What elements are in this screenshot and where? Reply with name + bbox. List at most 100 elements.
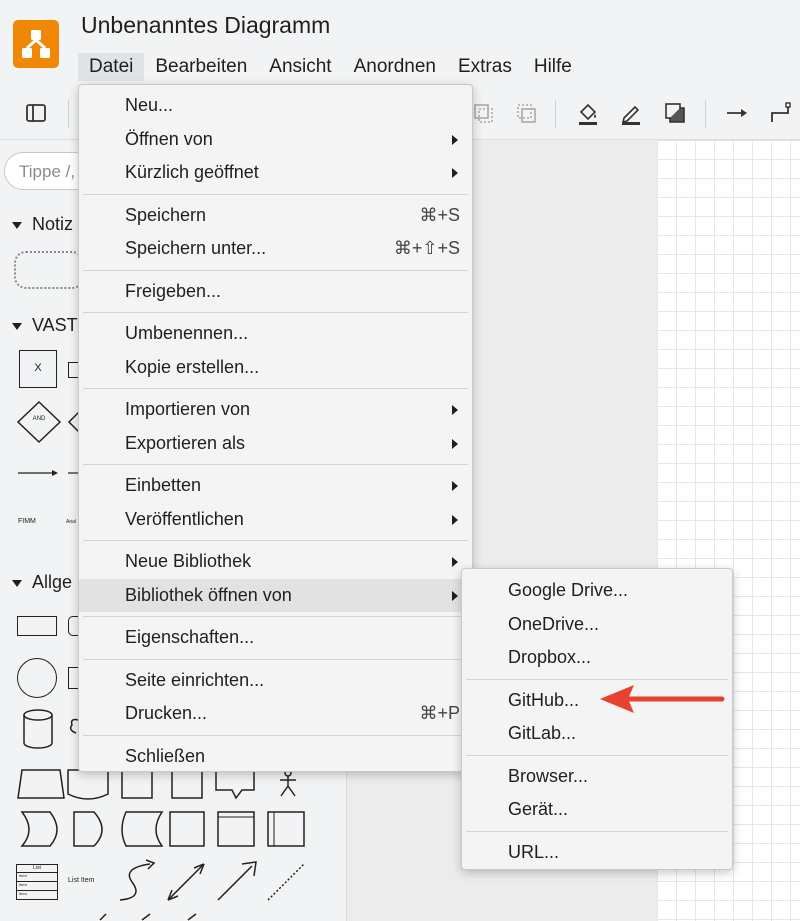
- menu-item-label: Kürzlich geöffnet: [125, 162, 259, 182]
- note-shape[interactable]: [14, 251, 84, 289]
- submenu-item-onedrive[interactable]: OneDrive...: [462, 608, 732, 642]
- anal-label: Anal: [66, 519, 77, 525]
- submenu-item-geraet[interactable]: Gerät...: [462, 793, 732, 827]
- menu-item-label: Freigeben...: [125, 280, 222, 301]
- menu-hilfe[interactable]: Hilfe: [523, 53, 583, 81]
- menu-separator: [83, 734, 468, 736]
- fimm-label: FIMM: [18, 518, 36, 525]
- list-row: Item: [19, 891, 27, 896]
- list-shape[interactable]: List Item Item Item: [16, 864, 58, 900]
- section-allgemein[interactable]: Allge: [12, 572, 72, 593]
- shadow-icon[interactable]: [662, 100, 688, 126]
- and-gate-shape[interactable]: [16, 400, 62, 444]
- menu-item-label: Schließen: [125, 745, 206, 766]
- menu-extras[interactable]: Extras: [447, 53, 523, 81]
- section-vast[interactable]: VAST: [12, 315, 78, 336]
- menu-item-speichern-unter[interactable]: Speichern unter... ⌘+⇧+S: [79, 232, 472, 266]
- menu-item-label: Veröffentlichen: [125, 508, 244, 529]
- submenu-item-browser[interactable]: Browser...: [462, 760, 732, 794]
- menu-item-neu[interactable]: Neu...: [79, 89, 472, 123]
- menu-item-label: Neu...: [125, 95, 174, 115]
- arrow-line-shape[interactable]: [18, 468, 60, 478]
- process-shape-partial[interactable]: [68, 667, 78, 689]
- toolbar-separator: [68, 100, 69, 128]
- shortcut-label: ⌘+P: [419, 703, 460, 723]
- to-back-icon[interactable]: [513, 100, 539, 126]
- menu-item-label: Speichern unter...: [125, 238, 267, 258]
- menu-separator: [83, 193, 468, 195]
- menu-item-freigeben[interactable]: Freigeben...: [79, 275, 472, 309]
- section-label: VAST: [32, 315, 78, 335]
- sidebar-toggle-icon[interactable]: [23, 100, 49, 126]
- menu-bearbeiten[interactable]: Bearbeiten: [144, 53, 258, 81]
- cylinder-shape[interactable]: [22, 708, 54, 750]
- shape-row-trapezoid[interactable]: [14, 768, 314, 808]
- list-item-shape[interactable]: List Item: [68, 877, 94, 884]
- menu-separator: [466, 678, 728, 680]
- menu-item-label: Bibliothek öffnen von: [125, 584, 292, 605]
- x-box-shape[interactable]: X: [19, 350, 57, 388]
- menu-separator: [83, 616, 468, 617]
- submenu-arrow-icon: [452, 134, 458, 145]
- menu-item-umbenennen[interactable]: Umbenennen...: [79, 317, 472, 351]
- menu-item-eigenschaften[interactable]: Eigenschaften...: [79, 621, 472, 655]
- fill-color-icon[interactable]: [575, 100, 601, 126]
- menu-item-label: Öffnen von: [125, 128, 213, 149]
- submenu-item-gitlab[interactable]: GitLab...: [462, 717, 732, 751]
- menu-item-schliessen[interactable]: Schließen: [79, 740, 472, 774]
- shape-row-arrows[interactable]: [114, 858, 314, 906]
- list-row: Item: [17, 873, 57, 882]
- menu-item-label: Neue Bibliothek: [125, 551, 252, 571]
- drawio-logo[interactable]: [13, 20, 59, 68]
- waypoints-icon[interactable]: [768, 100, 794, 126]
- menu-item-speichern[interactable]: Speichern ⌘+S: [79, 199, 472, 233]
- menu-item-label: Seite einrichten...: [125, 669, 265, 690]
- menu-item-kuerzlich-geoeffnet[interactable]: Kürzlich geöffnet: [79, 156, 472, 190]
- menu-separator: [83, 464, 468, 465]
- menu-separator: [83, 269, 468, 271]
- menu-item-label: Einbetten: [125, 475, 202, 495]
- to-front-icon[interactable]: [470, 100, 496, 126]
- menu-item-veroeffentlichen[interactable]: Veröffentlichen: [79, 503, 472, 537]
- shape-row-data[interactable]: [14, 810, 314, 850]
- menu-item-einbetten[interactable]: Einbetten: [79, 469, 472, 503]
- connection-arrow-icon[interactable]: [724, 100, 750, 126]
- menu-item-importieren-von[interactable]: Importieren von: [79, 393, 472, 427]
- menu-item-kopie-erstellen[interactable]: Kopie erstellen...: [79, 351, 472, 385]
- submenu-item-url[interactable]: URL...: [462, 836, 732, 870]
- rounded-rect-partial[interactable]: [68, 616, 78, 636]
- menu-datei[interactable]: Datei: [78, 53, 145, 81]
- submenu-arrow-icon: [452, 168, 458, 178]
- menubar: Datei Bearbeiten Ansicht Anordnen Extras…: [78, 53, 583, 81]
- section-label: Allge: [32, 572, 73, 592]
- app-header: Unbenanntes Diagramm Datei Bearbeiten An…: [0, 0, 800, 88]
- submenu-item-dropbox[interactable]: Dropbox...: [462, 641, 732, 675]
- submenu-arrow-icon: [452, 514, 458, 525]
- and-label: AND: [32, 416, 46, 422]
- list-header: List: [17, 865, 57, 873]
- submenu-arrow-icon: [452, 405, 458, 415]
- submenu-arrow-icon: [452, 481, 458, 491]
- collapse-triangle-icon: [12, 322, 22, 330]
- line-color-icon[interactable]: [618, 100, 644, 126]
- menu-item-seite-einrichten[interactable]: Seite einrichten...: [79, 664, 472, 698]
- collapse-triangle-icon: [12, 221, 22, 229]
- rectangle-shape[interactable]: [17, 616, 57, 636]
- menu-ansicht[interactable]: Ansicht: [258, 53, 342, 81]
- menu-item-neue-bibliothek[interactable]: Neue Bibliothek: [79, 545, 472, 579]
- shortcut-label: ⌘+S: [419, 204, 460, 225]
- menu-anordnen[interactable]: Anordnen: [343, 53, 447, 81]
- toolbar-separator: [555, 100, 556, 128]
- ellipse-shape[interactable]: [17, 658, 57, 698]
- menu-item-exportieren-als[interactable]: Exportieren als: [79, 427, 472, 461]
- annotation-arrow-icon: [600, 685, 725, 713]
- menu-item-drucken[interactable]: Drucken... ⌘+P: [79, 697, 472, 731]
- menu-item-label: Importieren von: [125, 399, 251, 419]
- rect-shape-partial[interactable]: [68, 362, 78, 378]
- menu-item-bibliothek-oeffnen-von[interactable]: Bibliothek öffnen von: [79, 578, 472, 612]
- menu-item-oeffnen-von[interactable]: Öffnen von: [79, 123, 472, 157]
- section-notiz[interactable]: Notiz: [12, 214, 73, 235]
- toolbar-separator: [705, 100, 706, 128]
- document-title[interactable]: Unbenanntes Diagramm: [81, 12, 330, 39]
- submenu-item-google-drive[interactable]: Google Drive...: [462, 574, 732, 608]
